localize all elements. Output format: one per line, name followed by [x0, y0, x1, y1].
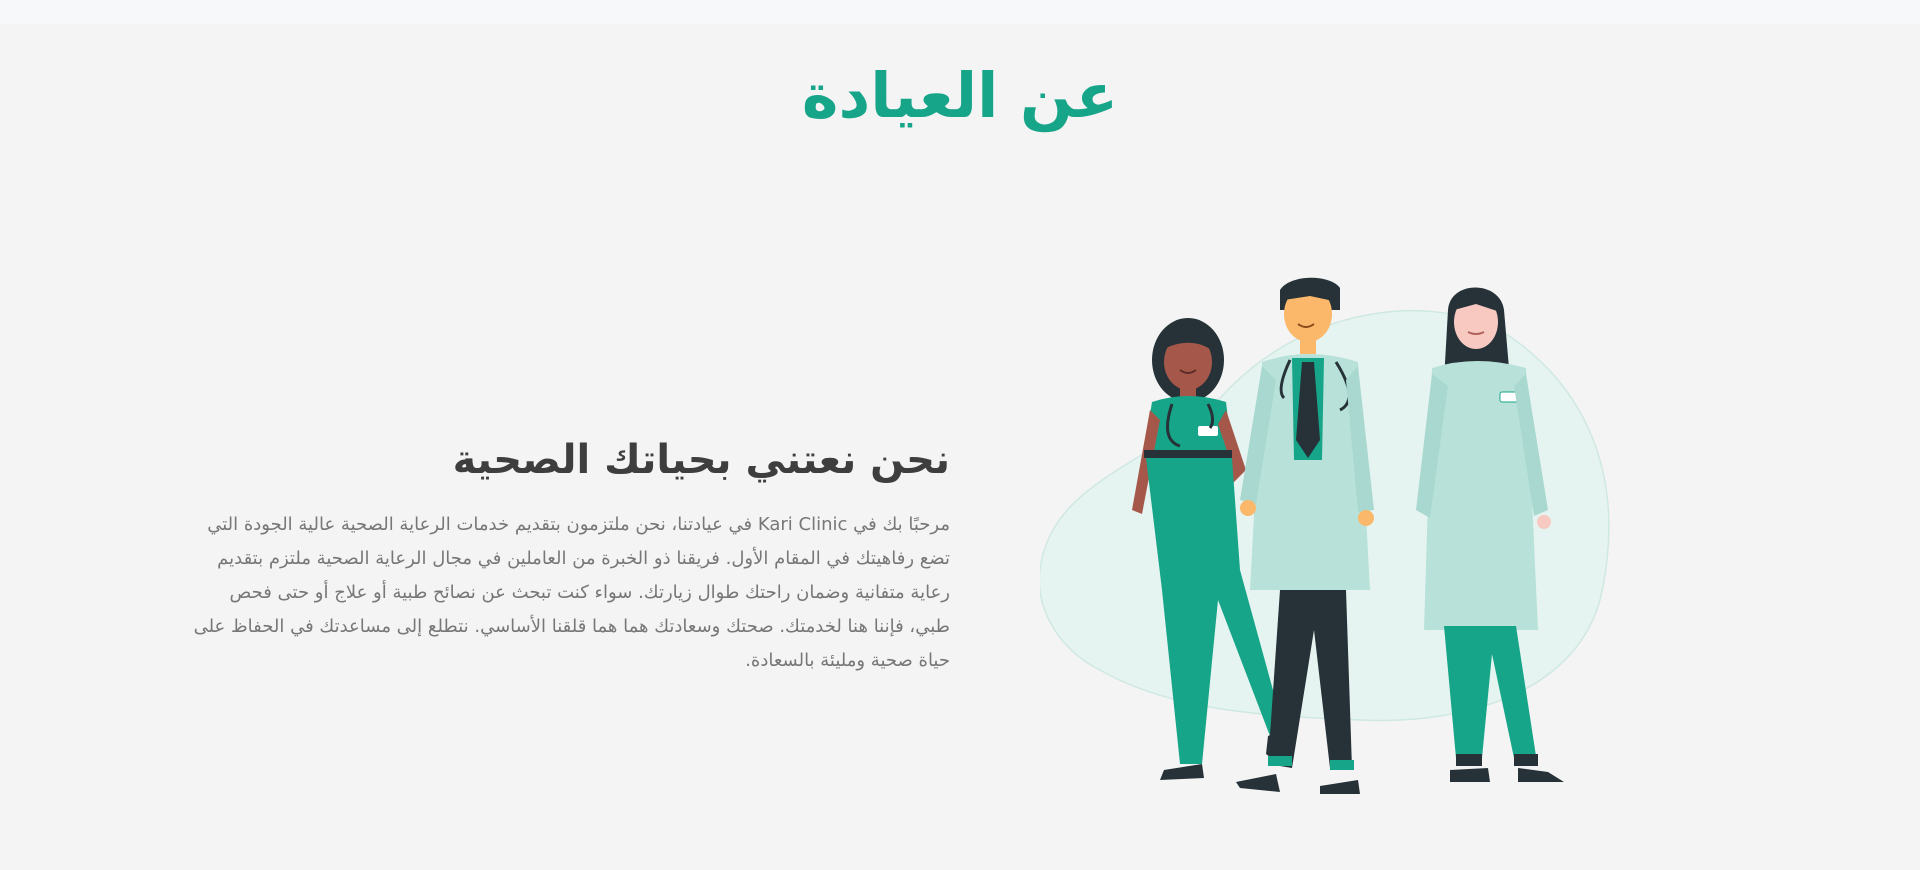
about-subtitle: نحن نعتني بحياتك الصحية [452, 437, 950, 483]
medical-team-illustration [1038, 270, 1640, 830]
section-title: عن العيادة [801, 59, 1119, 132]
top-strip [0, 0, 1920, 24]
about-description: مرحبًا بك في Kari Clinic في عيادتنا، نحن… [193, 514, 950, 671]
about-content: نحن نعتني بحياتك الصحية مرحبًا بك في Kar… [190, 430, 950, 678]
